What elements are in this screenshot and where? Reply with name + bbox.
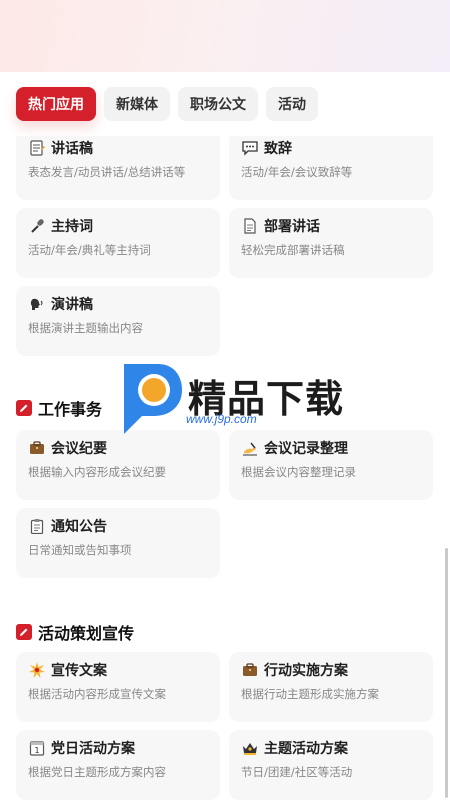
card-title: 通知公告: [51, 519, 107, 535]
card-desc: 根据活动内容形成宣传文案: [28, 687, 166, 701]
card-party-day-plan[interactable]: 1 党日活动方案 根据党日主题形成方案内容: [16, 730, 220, 800]
tab-hot-apps[interactable]: 热门应用: [16, 87, 96, 121]
card-meeting-minutes[interactable]: 会议纪要 根据输入内容形成会议纪要: [16, 430, 220, 500]
microphone-icon: [28, 218, 45, 235]
card-desc: 根据输入内容形成会议纪要: [28, 465, 166, 479]
card-host-script[interactable]: 主持词 活动/年会/典礼等主持词: [16, 208, 220, 278]
memo-icon: [28, 140, 45, 157]
card-desc: 活动/年会/典礼等主持词: [28, 243, 151, 257]
card-theme-activity-plan[interactable]: 主题活动方案 节日/团建/社区等活动: [229, 730, 433, 800]
section-title: 活动策划宣传: [38, 624, 135, 643]
briefcase-icon: [28, 440, 45, 457]
clipboard-icon: [28, 518, 45, 535]
content-list: 讲话稿 表态发言/动员讲话/总结讲话等 致辞 活动/年会/会议致辞等 主持词 活…: [0, 136, 450, 800]
card-desc: 根据行动主题形成实施方案: [241, 687, 379, 701]
card-desc: 根据会议内容整理记录: [241, 465, 356, 479]
section-title: 工作事务: [38, 400, 103, 419]
tab-new-media[interactable]: 新媒体: [104, 87, 170, 121]
card-speech[interactable]: 演讲稿 根据演讲主题输出内容: [16, 286, 220, 356]
card-title: 致辞: [264, 141, 292, 157]
card-address[interactable]: 致辞 活动/年会/会议致辞等: [229, 136, 433, 200]
scrollbar[interactable]: [445, 548, 448, 798]
card-title: 党日活动方案: [51, 741, 135, 757]
card-desc: 日常通知或告知事项: [28, 543, 132, 557]
section-header-activity: 活动策划宣传: [16, 620, 134, 644]
card-title: 主题活动方案: [264, 741, 348, 757]
card-title: 演讲稿: [51, 297, 93, 313]
card-desc: 根据演讲主题输出内容: [28, 321, 143, 335]
writing-hand-icon: [241, 440, 258, 457]
sparkle-icon: [28, 662, 45, 679]
card-desc: 轻松完成部署讲话稿: [241, 243, 345, 257]
svg-text:1: 1: [34, 746, 39, 755]
card-promo-copy[interactable]: 宣传文案 根据活动内容形成宣传文案: [16, 652, 220, 722]
card-title: 会议记录整理: [264, 441, 348, 457]
pencil-icon: [16, 624, 32, 640]
card-deployment-speech[interactable]: 部署讲话 轻松完成部署讲话稿: [229, 208, 433, 278]
calendar-icon: 1: [28, 740, 45, 757]
card-title: 宣传文案: [51, 663, 107, 679]
document-icon: [241, 218, 258, 235]
crown-icon: [241, 740, 258, 757]
header-gradient: [0, 0, 450, 72]
tab-activity[interactable]: 活动: [266, 87, 318, 121]
card-action-plan[interactable]: 行动实施方案 根据行动主题形成实施方案: [229, 652, 433, 722]
card-desc: 节日/团建/社区等活动: [241, 765, 353, 779]
card-desc: 活动/年会/会议致辞等: [241, 165, 353, 179]
tab-workplace-docs[interactable]: 职场公文: [178, 87, 258, 121]
card-notice[interactable]: 通知公告 日常通知或告知事项: [16, 508, 220, 578]
card-title: 行动实施方案: [264, 663, 348, 679]
card-desc: 根据党日主题形成方案内容: [28, 765, 166, 779]
card-title: 会议纪要: [51, 441, 107, 457]
card-meeting-notes[interactable]: 会议记录整理 根据会议内容整理记录: [229, 430, 433, 500]
card-speech-draft[interactable]: 讲话稿 表态发言/动员讲话/总结讲话等: [16, 136, 220, 200]
briefcase-icon: [241, 662, 258, 679]
card-title: 部署讲话: [264, 219, 320, 235]
card-title: 讲话稿: [51, 141, 93, 157]
speaking-head-icon: [28, 296, 45, 313]
pencil-icon: [16, 400, 32, 416]
card-desc: 表态发言/动员讲话/总结讲话等: [28, 165, 186, 179]
speech-bubble-icon: [241, 140, 258, 157]
card-title: 主持词: [51, 219, 93, 235]
section-header-work: 工作事务: [16, 396, 102, 420]
category-tabs: 热门应用 新媒体 职场公文 活动: [0, 72, 450, 136]
